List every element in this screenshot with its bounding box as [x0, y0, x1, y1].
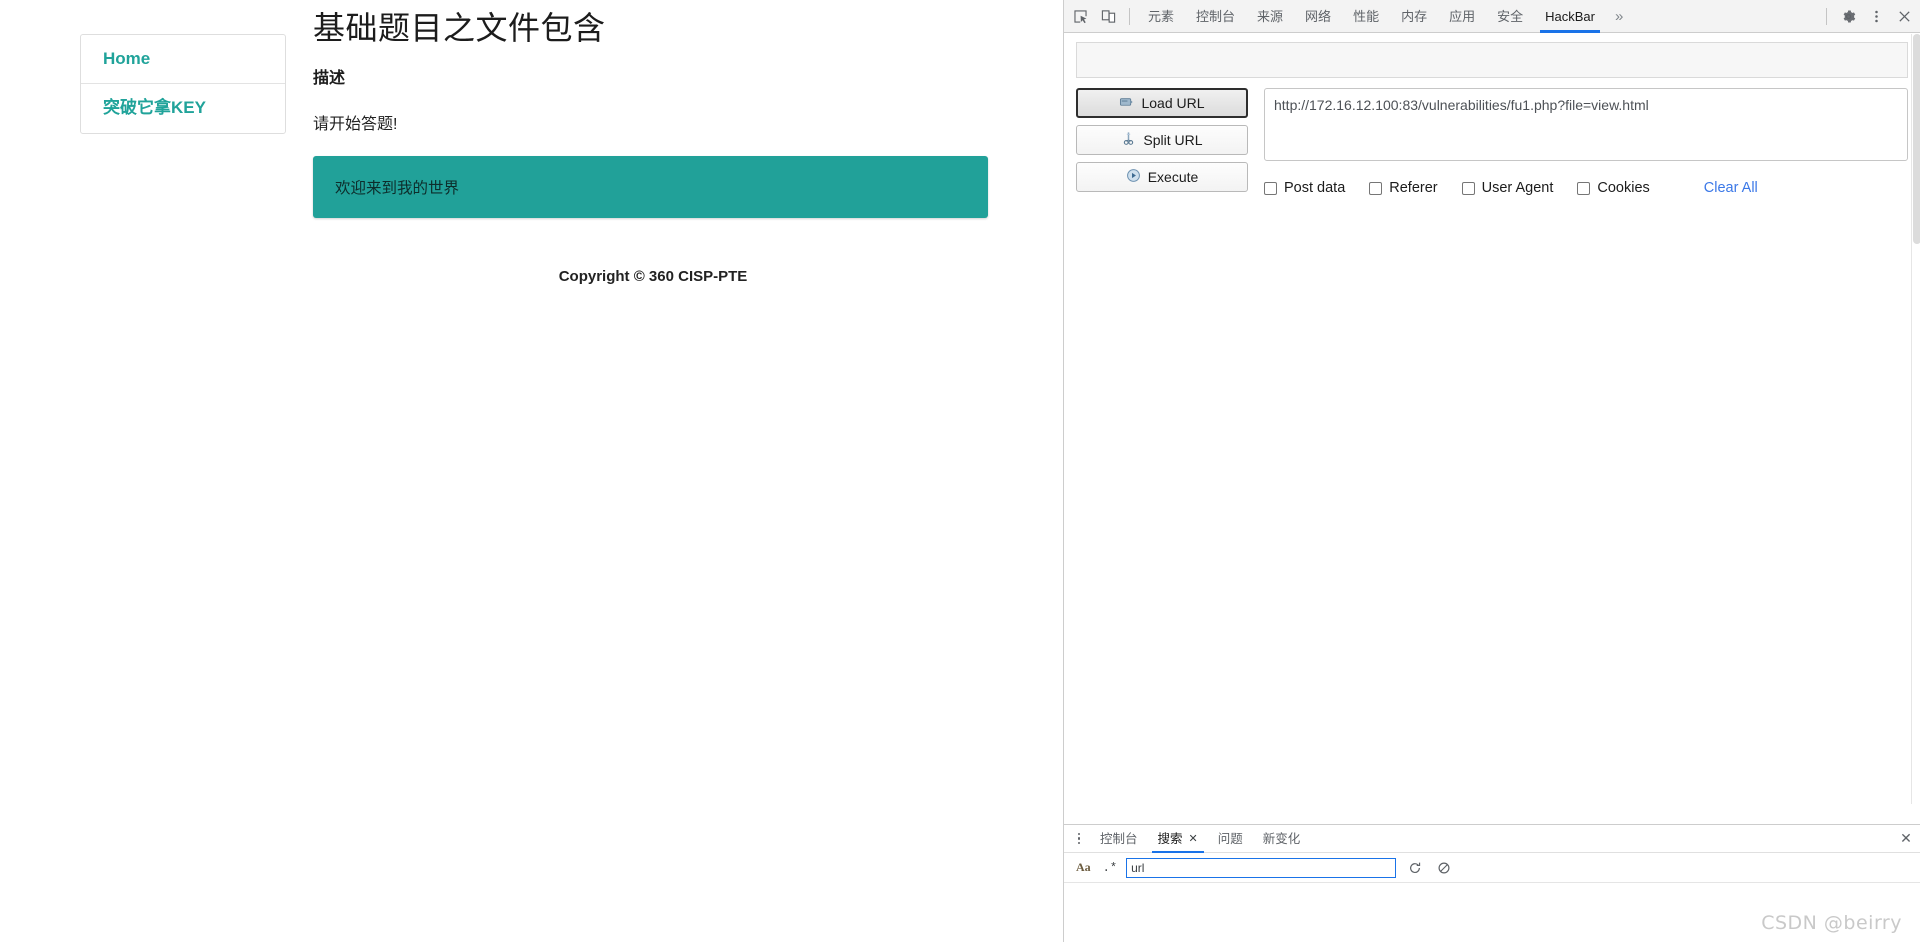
- tab-application-label: 应用: [1449, 8, 1476, 24]
- sidebar-item-home-label: Home: [103, 49, 151, 68]
- more-tabs-icon[interactable]: »: [1606, 0, 1632, 33]
- split-url-button[interactable]: Split URL: [1076, 125, 1248, 155]
- split-url-label: Split URL: [1143, 132, 1203, 148]
- tab-performance[interactable]: 性能: [1342, 0, 1390, 33]
- toolbar-right-actions: [1819, 3, 1918, 29]
- drawer-kebab-menu-icon[interactable]: [1068, 827, 1090, 851]
- drawer-close-icon[interactable]: ✕: [1891, 825, 1920, 853]
- description-heading: 描述: [313, 69, 346, 87]
- kebab-menu-icon[interactable]: [1862, 3, 1890, 29]
- devtools-panel: 元素 控制台 来源 网络 性能 内存 应用 安全 HackBar » Load …: [1063, 0, 1920, 942]
- drawer-tab-search-close-icon[interactable]: ✕: [1189, 825, 1198, 853]
- toolbar-divider: [1129, 7, 1130, 25]
- description-text: 请开始答题!: [313, 115, 398, 133]
- tab-elements[interactable]: 元素: [1137, 0, 1185, 33]
- tab-memory-label: 内存: [1401, 8, 1428, 24]
- execute-label: Execute: [1147, 169, 1199, 185]
- hackbar-options-row: Post data Referer User Agent Cookies Cle…: [1264, 180, 1908, 196]
- tab-network[interactable]: 网络: [1294, 0, 1342, 33]
- load-url-button[interactable]: Load URL: [1076, 88, 1248, 118]
- referer-label: Referer: [1389, 180, 1438, 196]
- drawer-tab-whats-new-label: 新变化: [1262, 831, 1301, 846]
- close-icon[interactable]: [1890, 3, 1918, 29]
- user-agent-checkbox[interactable]: User Agent: [1461, 180, 1554, 196]
- cookies-checkbox[interactable]: Cookies: [1577, 180, 1650, 196]
- devtools-toolbar: 元素 控制台 来源 网络 性能 内存 应用 安全 HackBar »: [1064, 0, 1920, 33]
- load-url-label: Load URL: [1141, 95, 1205, 111]
- inspect-cursor-icon[interactable]: [1066, 3, 1094, 29]
- cookies-checkbox-box[interactable]: [1577, 181, 1591, 195]
- drawer-tab-bar: 控制台 搜索 ✕ 问题 新变化 ✕: [1064, 825, 1920, 853]
- page-copyright: Copyright © 360 CISP-PTE: [558, 268, 748, 285]
- post-data-label: Post data: [1284, 180, 1346, 196]
- tab-elements-label: 元素: [1148, 8, 1175, 24]
- tab-security[interactable]: 安全: [1486, 0, 1534, 33]
- play-icon: [1126, 168, 1141, 186]
- tab-hackbar-label: HackBar: [1545, 8, 1595, 24]
- scissors-icon: [1121, 131, 1136, 149]
- page-main-content: 基础题目之文件包含 描述 请开始答题! 欢迎来到我的世界: [313, 0, 993, 218]
- referer-checkbox[interactable]: Referer: [1369, 180, 1438, 196]
- tab-network-label: 网络: [1305, 8, 1332, 24]
- refresh-icon[interactable]: [1405, 858, 1425, 878]
- drawer-tab-issues[interactable]: 问题: [1208, 825, 1253, 853]
- result-banner: 欢迎来到我的世界: [313, 155, 988, 218]
- user-agent-label: User Agent: [1481, 180, 1554, 196]
- drawer-tab-console[interactable]: 控制台: [1090, 825, 1148, 853]
- referer-checkbox-box[interactable]: [1369, 181, 1383, 195]
- post-data-checkbox[interactable]: Post data: [1264, 180, 1345, 196]
- devtools-scrollbar-thumb[interactable]: [1913, 34, 1920, 244]
- tab-application[interactable]: 应用: [1438, 0, 1486, 33]
- devtools-scrollbar[interactable]: [1911, 34, 1920, 804]
- watermark: CSDN @beirry: [1761, 912, 1902, 934]
- tab-performance-label: 性能: [1353, 8, 1380, 24]
- sidebar-item-home[interactable]: Home: [81, 35, 285, 83]
- tab-console-label: 控制台: [1196, 8, 1236, 24]
- match-case-toggle[interactable]: Aa: [1073, 860, 1094, 875]
- sidebar-nav: Home 突破它拿KEY: [80, 34, 286, 134]
- tab-sources-label: 来源: [1257, 8, 1284, 24]
- hackbar-input-area: Post data Referer User Agent Cookies C: [1264, 88, 1908, 196]
- post-data-checkbox-box[interactable]: [1264, 181, 1277, 195]
- sidebar-item-get-key-label: 突破它拿KEY: [103, 98, 206, 118]
- browser-page-content: Home 突破它拿KEY 基础题目之文件包含 描述 请开始答题! 欢迎来到我的世…: [0, 0, 1063, 942]
- drawer-tab-search[interactable]: 搜索 ✕: [1148, 825, 1208, 853]
- hackbar-button-column: Load URL Split URL Execute: [1076, 88, 1248, 196]
- tab-console[interactable]: 控制台: [1185, 0, 1246, 33]
- device-toolbar-icon[interactable]: [1094, 3, 1122, 29]
- drawer-tab-issues-label: 问题: [1217, 831, 1243, 846]
- tab-memory[interactable]: 内存: [1390, 0, 1438, 33]
- result-banner-text: 欢迎来到我的世界: [335, 179, 460, 197]
- search-toolbar: Aa .*: [1064, 853, 1920, 883]
- user-agent-checkbox-box[interactable]: [1461, 181, 1475, 195]
- clear-all-link[interactable]: Clear All: [1704, 180, 1758, 196]
- tab-hackbar[interactable]: HackBar: [1534, 0, 1606, 33]
- regex-toggle[interactable]: .*: [1103, 861, 1117, 875]
- hackbar-body: Load URL Split URL Execute http://172.16…: [1064, 78, 1920, 196]
- cancel-icon[interactable]: [1434, 858, 1454, 878]
- tab-security-label: 安全: [1497, 8, 1524, 24]
- url-input[interactable]: [1264, 88, 1908, 161]
- search-input[interactable]: [1126, 857, 1397, 878]
- hackbar-top-panel: [1076, 42, 1908, 78]
- screenshot-root: Home 突破它拿KEY 基础题目之文件包含 描述 请开始答题! 欢迎来到我的世…: [0, 0, 1920, 942]
- gear-icon[interactable]: [1834, 3, 1862, 29]
- execute-button[interactable]: Execute: [1076, 162, 1248, 192]
- sidebar-item-get-key[interactable]: 突破它拿KEY: [81, 83, 285, 132]
- cookies-label: Cookies: [1597, 180, 1650, 196]
- drawer-tab-search-label: 搜索: [1157, 831, 1183, 846]
- toolbar-divider-right: [1826, 7, 1827, 25]
- tab-sources[interactable]: 来源: [1246, 0, 1294, 33]
- load-url-icon: [1119, 94, 1134, 112]
- drawer-tab-whats-new[interactable]: 新变化: [1253, 825, 1311, 853]
- drawer-tab-console-label: 控制台: [1100, 831, 1138, 846]
- page-title: 基础题目之文件包含: [313, 10, 606, 46]
